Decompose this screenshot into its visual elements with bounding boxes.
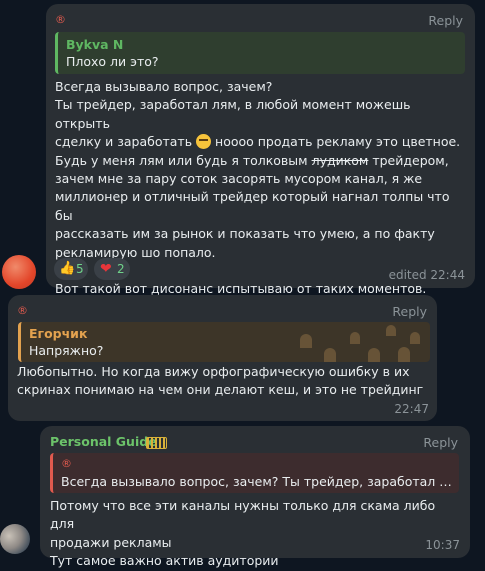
reply-button[interactable]: Reply [392, 304, 427, 319]
quote-text: Всегда вызывало вопрос, зачем? Ты трейде… [61, 474, 453, 489]
reply-quote[interactable]: Егорчик Напряжно? [18, 322, 430, 362]
reply-quote[interactable]: ® Всегда вызывало вопрос, зачем? Ты трей… [50, 453, 459, 493]
reaction-heart[interactable]: ❤ 2 [94, 258, 130, 280]
avatar[interactable] [0, 524, 30, 554]
avatar[interactable] [2, 255, 36, 289]
message-text: Любопытно. Но когда вижу орфографическую… [17, 363, 429, 400]
message-timestamp: 10:37 [425, 538, 460, 552]
strikethrough-text: лудиком [311, 152, 369, 168]
text-line: продажи рекламы [50, 534, 172, 550]
message-timestamp: edited 22:44 [388, 268, 465, 282]
sender-registered-symbol[interactable]: ® [55, 13, 66, 26]
reply-button[interactable]: Reply [428, 13, 463, 28]
text-line: Тут самое важно актив аудитории [50, 553, 279, 569]
text-line: Всегда вызывало вопрос, зачем? [55, 79, 273, 94]
text-segment: сделку и заработать [55, 134, 197, 150]
text-segment: трейдером, [368, 152, 449, 168]
text-line: зачем мне за пару соток засорять мусором… [55, 171, 423, 187]
quote-text: Напряжно? [29, 343, 104, 358]
message-text: Потому что все эти каналы нужны только д… [50, 497, 462, 571]
face-emoji-icon [196, 134, 212, 150]
thumbs-up-icon: 👍 [59, 261, 76, 276]
sender-name[interactable]: Personal Guide [50, 434, 157, 449]
reaction-thumbs-up[interactable]: 👍 5 [54, 258, 88, 280]
message-bubble-1[interactable]: ® Reply Bykva N Плохо ли это? Всегда выз… [46, 4, 475, 296]
text-line: скринах понимаю на чем они делают кеш, и… [17, 382, 424, 398]
text-line: Любопытно. Но когда вижу орфографическую… [17, 364, 410, 379]
message-bubble-3[interactable]: Personal Guide Reply ® Всегда вызывало в… [40, 426, 470, 568]
sender-registered-symbol[interactable]: ® [17, 304, 28, 317]
message-timestamp: 22:47 [394, 402, 429, 416]
quote-text: Плохо ли это? [66, 54, 159, 69]
badge-icon [146, 437, 167, 449]
quote-author: Егорчик [29, 326, 88, 341]
message-bubble-2[interactable]: ® Reply Егорчик Напряжно? Любопытно. Но … [8, 295, 437, 421]
text-line: Потому что все эти каналы нужны только д… [50, 498, 436, 532]
text-segment: Будь у меня лям или будь я толковым [55, 152, 312, 168]
text-line: рассказать им за рынок и показать что ум… [55, 226, 435, 242]
text-line: Будь у меня лям или будь я толковым луди… [55, 152, 467, 170]
text-line: сделку и заработать ноооо продать реклам… [55, 133, 467, 151]
text-line: Ты трейдер, заработал лям, в любой момен… [55, 97, 411, 131]
reaction-count: 5 [76, 262, 84, 276]
text-segment: ноооо продать рекламу это цветное. [211, 134, 461, 150]
heart-icon: ❤ [100, 261, 112, 277]
reply-button[interactable]: Reply [423, 435, 458, 450]
reply-quote[interactable]: Bykva N Плохо ли это? [55, 32, 465, 74]
reaction-count: 2 [117, 262, 125, 276]
quote-author: Bykva N [66, 37, 124, 52]
quote-author-symbol: ® [61, 457, 72, 470]
text-line: миллионер и отличный трейдер который наг… [55, 189, 450, 223]
